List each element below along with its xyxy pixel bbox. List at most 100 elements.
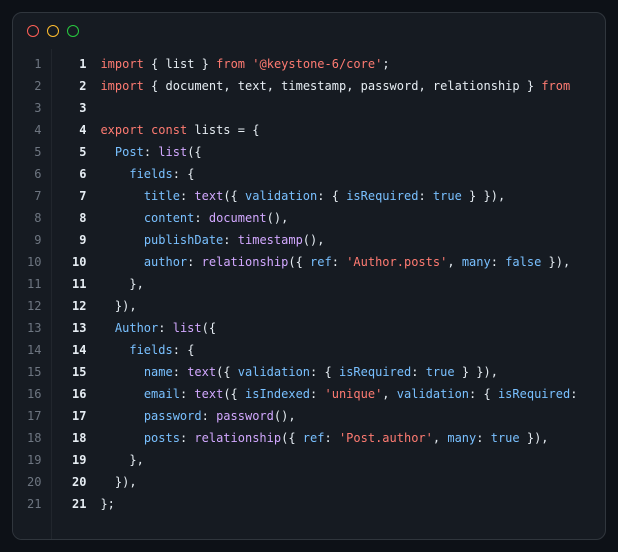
- token: import: [100, 79, 143, 93]
- token: [231, 233, 238, 247]
- token: {: [325, 365, 332, 379]
- code-line[interactable]: 12 }),: [62, 295, 595, 317]
- token: [418, 365, 425, 379]
- close-icon[interactable]: [27, 25, 39, 37]
- gutter-line-number: 10: [27, 251, 41, 273]
- gutter-line-number: 9: [27, 229, 41, 251]
- token: ,: [447, 255, 454, 269]
- code-line[interactable]: 18 posts: relationship({ ref: 'Post.auth…: [62, 427, 595, 449]
- token: [231, 79, 238, 93]
- token: ,: [418, 79, 425, 93]
- token: password: [216, 409, 274, 423]
- token: [238, 387, 245, 401]
- code-line-content[interactable]: publishDate: timestamp(),: [100, 229, 324, 251]
- gutter-line-number: 7: [27, 185, 41, 207]
- code-line[interactable]: 15 name: text({ validation: { isRequired…: [62, 361, 595, 383]
- token: [166, 321, 173, 335]
- token: publishDate: [144, 233, 223, 247]
- code-line-content[interactable]: name: text({ validation: { isRequired: t…: [100, 361, 498, 383]
- token: ({: [223, 387, 237, 401]
- code-line[interactable]: 21};: [62, 493, 595, 515]
- code-line-content[interactable]: [100, 97, 107, 119]
- code-line[interactable]: 1import { list } from '@keystone-6/core'…: [62, 53, 595, 75]
- code-line-content[interactable]: }),: [100, 471, 136, 493]
- code-line[interactable]: 20 }),: [62, 471, 595, 493]
- code-line-content[interactable]: posts: relationship({ ref: 'Post.author'…: [100, 427, 548, 449]
- token: [520, 79, 527, 93]
- code-line[interactable]: 16 email: text({ isIndexed: 'unique', va…: [62, 383, 595, 405]
- token: [317, 387, 324, 401]
- token: validation: [397, 387, 469, 401]
- gutter-line-number: 16: [27, 383, 41, 405]
- code-line[interactable]: 14 fields: {: [62, 339, 595, 361]
- token: [353, 79, 360, 93]
- token: [455, 255, 462, 269]
- code-line-content[interactable]: },: [100, 273, 143, 295]
- code-line[interactable]: 5 Post: list({: [62, 141, 595, 163]
- code-line-content[interactable]: content: document(),: [100, 207, 288, 229]
- token: email: [144, 387, 180, 401]
- gutter-line-number: 8: [27, 207, 41, 229]
- token: isRequired: [498, 387, 570, 401]
- code-line[interactable]: 4export const lists = {: [62, 119, 595, 141]
- token: from: [541, 79, 570, 93]
- token: [100, 387, 143, 401]
- token: [231, 365, 238, 379]
- code-line-content[interactable]: import { list } from '@keystone-6/core';: [100, 53, 389, 75]
- code-line-content[interactable]: Author: list({: [100, 317, 216, 339]
- code-line-content[interactable]: fields: {: [100, 163, 194, 185]
- code-line[interactable]: 13 Author: list({: [62, 317, 595, 339]
- token: [144, 123, 151, 137]
- maximize-icon[interactable]: [67, 25, 79, 37]
- code-line[interactable]: 10 author: relationship({ ref: 'Author.p…: [62, 251, 595, 273]
- token: [100, 277, 129, 291]
- inline-line-number: 6: [62, 163, 86, 185]
- token: many: [462, 255, 491, 269]
- code-line-content[interactable]: import { document, text, timestamp, pass…: [100, 75, 570, 97]
- minimize-icon[interactable]: [47, 25, 59, 37]
- inline-line-number: 7: [62, 185, 86, 207]
- code-line[interactable]: 8 content: document(),: [62, 207, 595, 229]
- token: [100, 233, 143, 247]
- token: [100, 145, 114, 159]
- token: ({: [223, 189, 237, 203]
- code-line-content[interactable]: Post: list({: [100, 141, 201, 163]
- token: content: [144, 211, 195, 225]
- token: ({: [288, 255, 302, 269]
- code-line[interactable]: 3: [62, 97, 595, 119]
- code-line[interactable]: 19 },: [62, 449, 595, 471]
- token: true: [491, 431, 520, 445]
- code-line-content[interactable]: email: text({ isIndexed: 'unique', valid…: [100, 383, 577, 405]
- inline-line-number: 16: [62, 383, 86, 405]
- token: ,: [223, 79, 230, 93]
- code-line-content[interactable]: },: [100, 449, 143, 471]
- code-line-content[interactable]: export const lists = {: [100, 119, 259, 141]
- code-line[interactable]: 7 title: text({ validation: { isRequired…: [62, 185, 595, 207]
- token: text: [194, 189, 223, 203]
- token: {: [187, 167, 194, 181]
- token: :: [324, 431, 331, 445]
- token: name: [144, 365, 173, 379]
- token: [100, 167, 129, 181]
- code-line-content[interactable]: password: password(),: [100, 405, 295, 427]
- code-line-content[interactable]: };: [100, 493, 114, 515]
- code-line[interactable]: 9 publishDate: timestamp(),: [62, 229, 595, 251]
- token: isIndexed: [245, 387, 310, 401]
- code-line[interactable]: 11 },: [62, 273, 595, 295]
- token: password: [144, 409, 202, 423]
- token: [100, 189, 143, 203]
- token: [100, 299, 114, 313]
- token: [483, 431, 490, 445]
- code-line-content[interactable]: }),: [100, 295, 136, 317]
- code-line[interactable]: 6 fields: {: [62, 163, 595, 185]
- code-line-content[interactable]: fields: {: [100, 339, 194, 361]
- inline-line-number: 19: [62, 449, 86, 471]
- code-line-content[interactable]: author: relationship({ ref: 'Author.post…: [100, 251, 570, 273]
- token: true: [433, 189, 462, 203]
- token: {: [483, 387, 490, 401]
- code-content[interactable]: 1import { list } from '@keystone-6/core'…: [52, 49, 605, 519]
- code-line[interactable]: 17 password: password(),: [62, 405, 595, 427]
- code-line-content[interactable]: title: text({ validation: { isRequired: …: [100, 185, 505, 207]
- code-line[interactable]: 2import { document, text, timestamp, pas…: [62, 75, 595, 97]
- code-scroll[interactable]: 1import { list } from '@keystone-6/core'…: [52, 49, 605, 539]
